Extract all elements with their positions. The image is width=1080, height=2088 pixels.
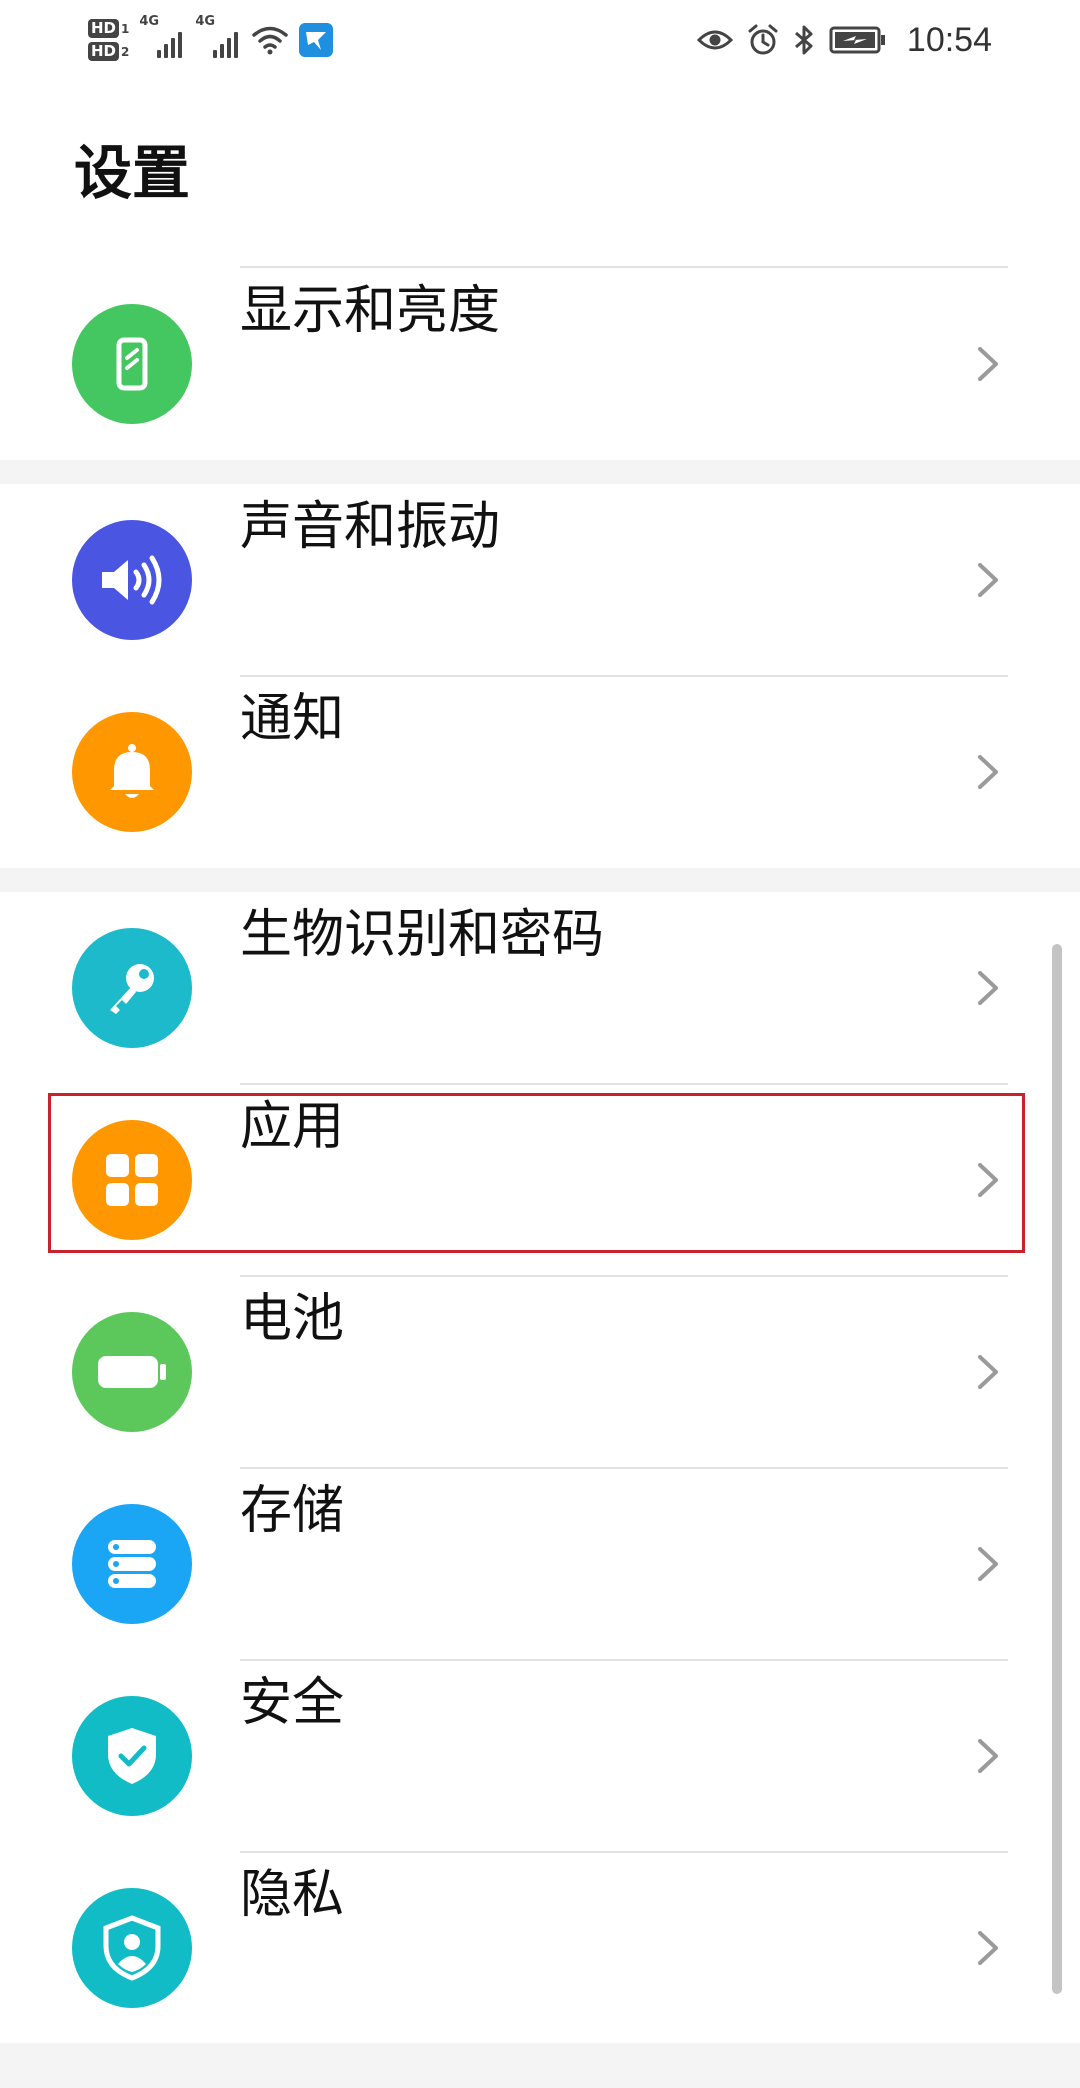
network-type-label: 4G bbox=[139, 14, 160, 29]
settings-item-label: 隐私 bbox=[240, 1865, 345, 1925]
status-bar-left: HD 1 HD 2 4G 4G bbox=[88, 8, 334, 72]
scrollbar[interactable] bbox=[1052, 944, 1062, 1994]
battery-icon bbox=[72, 1312, 192, 1432]
settings-item-label: 声音和振动 bbox=[240, 497, 501, 557]
chevron-right-icon bbox=[978, 347, 998, 381]
hd-indicator-2: HD 2 bbox=[88, 42, 129, 61]
chevron-right-icon bbox=[978, 1547, 998, 1581]
key-icon bbox=[72, 928, 192, 1048]
status-time: 10:54 bbox=[906, 20, 992, 59]
hd-label: HD bbox=[88, 19, 120, 38]
settings-item-label: 通知 bbox=[240, 689, 345, 749]
chevron-right-icon bbox=[978, 971, 998, 1005]
network-type-label: 4G bbox=[195, 14, 216, 29]
app-notification-icon bbox=[299, 23, 334, 57]
hd-sim-number: 1 bbox=[121, 21, 130, 36]
chevron-right-icon bbox=[978, 563, 998, 597]
section-divider bbox=[0, 868, 1080, 892]
eye-comfort-icon bbox=[696, 30, 733, 50]
settings-item-biometrics[interactable]: 生物识别和密码 bbox=[0, 892, 1080, 1084]
storage-icon bbox=[72, 1504, 192, 1624]
settings-item-label: 显示和亮度 bbox=[240, 281, 501, 341]
alarm-icon bbox=[748, 24, 778, 55]
chevron-right-icon bbox=[978, 1931, 998, 1965]
status-bar: HD 1 HD 2 4G 4G 10:54 bbox=[0, 0, 1080, 80]
status-bar-right: 10:54 bbox=[696, 10, 992, 70]
signal-2-icon: 4G bbox=[195, 14, 241, 58]
settings-item-sound[interactable]: 声音和振动 bbox=[0, 484, 1080, 676]
settings-item-privacy[interactable]: 隐私 bbox=[0, 1852, 1080, 2044]
section-divider bbox=[0, 2043, 1080, 2088]
settings-item-label: 安全 bbox=[240, 1673, 345, 1733]
speaker-icon bbox=[72, 520, 192, 640]
settings-item-notification[interactable]: 通知 bbox=[0, 676, 1080, 868]
settings-item-display[interactable]: 显示和亮度 bbox=[0, 268, 1080, 460]
page-title: 设置 bbox=[74, 139, 191, 207]
hd-indicator-1: HD 1 bbox=[88, 19, 129, 38]
chevron-right-icon bbox=[978, 1739, 998, 1773]
settings-item-label: 存储 bbox=[240, 1481, 345, 1541]
signal-1-icon: 4G bbox=[139, 14, 185, 58]
settings-item-security[interactable]: 安全 bbox=[0, 1660, 1080, 1852]
phone-display-icon bbox=[72, 304, 192, 424]
bluetooth-icon bbox=[794, 25, 813, 55]
highlight-box bbox=[48, 1093, 1025, 1253]
hd-sim-number: 2 bbox=[121, 44, 130, 59]
hd-label: HD bbox=[88, 42, 120, 61]
section-divider bbox=[0, 460, 1080, 484]
wifi-icon bbox=[252, 26, 289, 55]
privacy-shield-icon bbox=[72, 1888, 192, 2008]
battery-charging-icon bbox=[829, 26, 885, 54]
chevron-right-icon bbox=[978, 755, 998, 789]
bell-icon bbox=[72, 712, 192, 832]
settings-item-battery[interactable]: 电池 bbox=[0, 1276, 1080, 1468]
shield-check-icon bbox=[72, 1696, 192, 1816]
settings-item-label: 电池 bbox=[240, 1289, 345, 1349]
hd-indicators: HD 1 HD 2 bbox=[88, 19, 129, 61]
chevron-right-icon bbox=[978, 1355, 998, 1389]
settings-item-storage[interactable]: 存储 bbox=[0, 1468, 1080, 1660]
settings-item-label: 生物识别和密码 bbox=[240, 905, 605, 965]
